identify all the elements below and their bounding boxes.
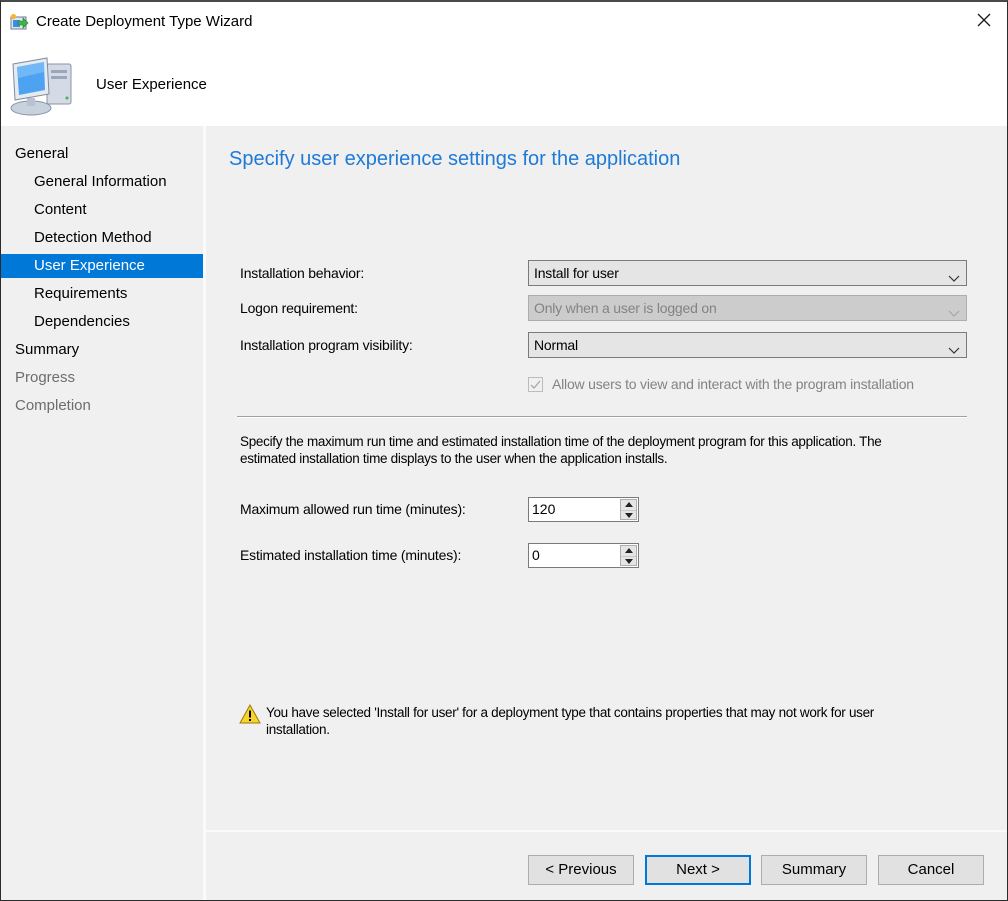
previous-button[interactable]: < Previous <box>528 855 634 885</box>
installation-behavior-label: Installation behavior: <box>240 265 365 281</box>
max-run-time-spin-buttons <box>620 499 637 520</box>
main-panel: Specify user experience settings for the… <box>206 126 1007 830</box>
wizard-sidebar: General General Information Content Dete… <box>1 126 203 900</box>
window-title: Create Deployment Type Wizard <box>36 13 253 30</box>
program-visibility-select[interactable]: Normal <box>528 332 967 358</box>
sidebar-item-dependencies[interactable]: Dependencies <box>1 310 203 334</box>
max-run-time-label: Maximum allowed run time (minutes): <box>240 501 466 517</box>
arrow-down-icon <box>624 558 633 564</box>
sidebar-item-general[interactable]: General <box>1 142 203 166</box>
summary-button[interactable]: Summary <box>761 855 867 885</box>
allow-interact-checkbox <box>528 376 543 392</box>
program-visibility-label: Installation program visibility: <box>240 337 413 353</box>
sidebar-item-requirements[interactable]: Requirements <box>1 282 203 306</box>
chevron-down-icon <box>948 302 960 317</box>
estimated-time-stepper[interactable]: 0 <box>528 543 639 568</box>
spin-up-button[interactable] <box>621 500 636 509</box>
estimated-time-label: Estimated installation time (minutes): <box>240 547 462 563</box>
run-time-description: Specify the maximum run time and estimat… <box>240 434 882 466</box>
spin-down-button[interactable] <box>621 556 636 565</box>
section-divider <box>237 416 967 418</box>
max-run-time-stepper[interactable]: 120 <box>528 497 639 522</box>
estimated-time-input[interactable]: 0 <box>532 547 540 563</box>
spin-down-button[interactable] <box>621 510 636 519</box>
logon-requirement-select: Only when a user is logged on <box>528 295 967 321</box>
arrow-up-icon <box>624 548 633 553</box>
close-button[interactable] <box>967 6 1001 36</box>
spin-up-button[interactable] <box>621 546 636 555</box>
warning-text: You have selected 'Install for user' for… <box>266 705 875 737</box>
warning-message: You have selected 'Install for user' for… <box>239 703 939 738</box>
sidebar-item-detection-method[interactable]: Detection Method <box>1 226 203 250</box>
chevron-down-icon <box>948 339 960 354</box>
sidebar-item-user-experience[interactable]: User Experience <box>1 254 203 278</box>
title-bar: Create Deployment Type Wizard <box>1 2 1007 42</box>
sidebar-item-progress: Progress <box>15 369 76 386</box>
sidebar-item-completion: Completion <box>15 397 91 414</box>
computer-icon <box>7 54 77 118</box>
installation-behavior-select[interactable]: Install for user <box>528 260 967 286</box>
estimated-time-spin-buttons <box>620 545 637 566</box>
max-run-time-input[interactable]: 120 <box>532 501 555 517</box>
chevron-down-icon <box>948 267 960 282</box>
installation-behavior-value: Install for user <box>534 265 619 281</box>
allow-interact-checkbox-row: Allow users to view and interact with th… <box>528 375 914 393</box>
wizard-footer: < Previous Next > Summary Cancel <box>206 832 1007 900</box>
sidebar-item-content[interactable]: Content <box>1 198 203 222</box>
sidebar-item-summary[interactable]: Summary <box>1 338 203 362</box>
allow-interact-label: Allow users to view and interact with th… <box>552 376 914 392</box>
logon-requirement-label: Logon requirement: <box>240 300 358 316</box>
check-icon <box>530 380 541 389</box>
wizard-header: User Experience <box>1 42 1007 126</box>
arrow-down-icon <box>624 512 633 518</box>
next-button[interactable]: Next > <box>645 855 751 885</box>
arrow-up-icon <box>624 502 633 507</box>
warning-icon <box>239 703 261 724</box>
page-heading: User Experience <box>96 76 207 93</box>
page-title: Specify user experience settings for the… <box>229 148 681 170</box>
cancel-button[interactable]: Cancel <box>878 855 984 885</box>
wizard-window: Create Deployment Type Wizard User Exper… <box>0 0 1008 901</box>
sidebar-item-general-information[interactable]: General Information <box>1 170 203 194</box>
program-visibility-value: Normal <box>534 337 578 353</box>
close-icon <box>977 13 991 30</box>
logon-requirement-value: Only when a user is logged on <box>534 300 717 316</box>
wizard-app-icon <box>10 13 30 31</box>
